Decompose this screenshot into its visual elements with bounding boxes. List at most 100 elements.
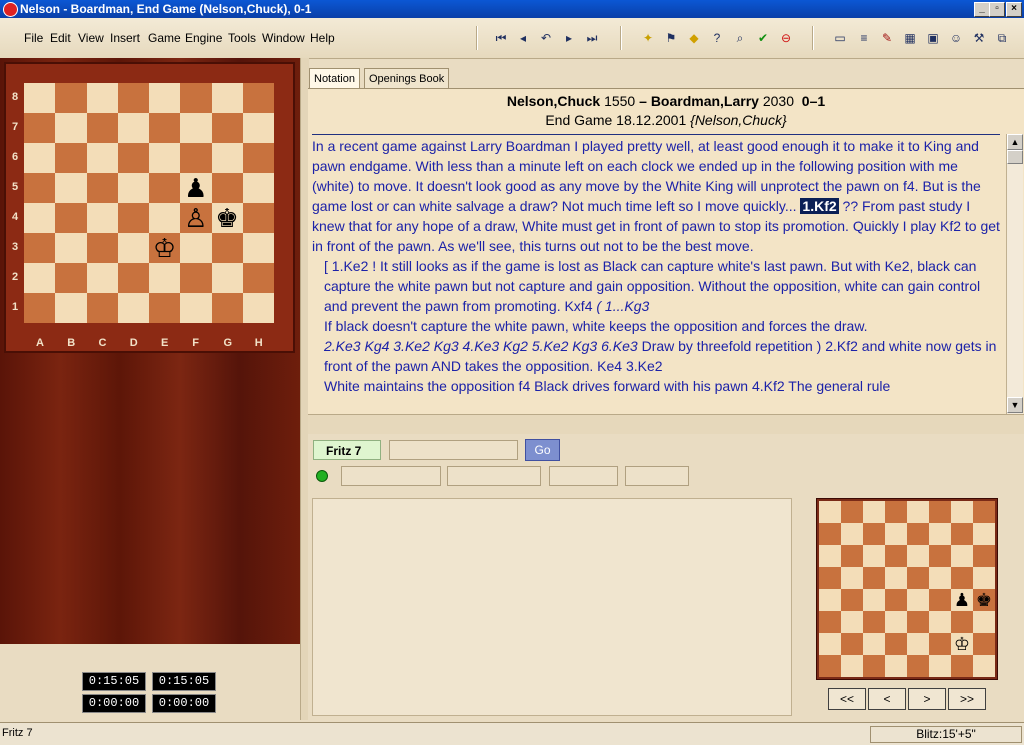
notation-text[interactable]: In a recent game against Larry Boardman …: [312, 134, 1000, 412]
minimize-button[interactable]: _: [974, 2, 990, 17]
nav-first-button[interactable]: <<: [828, 688, 866, 710]
board-square[interactable]: [117, 143, 149, 173]
scroll-down-button[interactable]: ▼: [1007, 397, 1023, 413]
take-back-icon[interactable]: ↶: [538, 30, 554, 46]
notation-scrollbar[interactable]: ▲ ▼: [1006, 134, 1023, 414]
chess-board[interactable]: ♟ ♙ ♚ ♔: [24, 83, 274, 323]
book-icon[interactable]: ▭: [832, 30, 848, 46]
board-square[interactable]: [242, 113, 274, 143]
board-square[interactable]: [149, 203, 181, 233]
menu-file[interactable]: File: [24, 31, 43, 45]
board-square[interactable]: [149, 143, 181, 173]
tab-notation[interactable]: Notation: [309, 68, 360, 89]
board-square[interactable]: [55, 83, 87, 113]
board-square[interactable]: [180, 83, 212, 113]
diamond-icon[interactable]: ◆: [686, 30, 702, 46]
scroll-thumb[interactable]: [1007, 150, 1023, 164]
scroll-up-button[interactable]: ▲: [1007, 134, 1023, 150]
notepad-icon[interactable]: ≡: [856, 30, 872, 46]
board-square[interactable]: [86, 263, 118, 293]
board-square[interactable]: [24, 203, 56, 233]
nav-next-button[interactable]: >: [908, 688, 946, 710]
prev-move-icon[interactable]: ◂: [515, 30, 531, 46]
board-square[interactable]: [55, 233, 87, 263]
menu-window[interactable]: Window: [262, 31, 305, 45]
menu-edit[interactable]: Edit: [50, 31, 71, 45]
stop-icon[interactable]: ⊖: [778, 30, 794, 46]
board-square[interactable]: [117, 83, 149, 113]
current-move[interactable]: 1.Kf2: [800, 198, 839, 214]
menu-tools[interactable]: Tools: [228, 31, 256, 45]
chess-piece-e3[interactable]: ♔: [149, 233, 180, 263]
chess-piece-f4[interactable]: ♙: [180, 203, 211, 233]
accept-icon[interactable]: ✔: [755, 30, 771, 46]
menu-insert[interactable]: Insert: [110, 31, 140, 45]
board-square[interactable]: [242, 173, 274, 203]
board-square[interactable]: [211, 233, 243, 263]
board-icon[interactable]: ▦: [902, 30, 918, 46]
board-square[interactable]: [242, 293, 274, 323]
board-square[interactable]: [86, 203, 118, 233]
board-square[interactable]: [24, 263, 56, 293]
board-square[interactable]: [24, 233, 56, 263]
nav-last-button[interactable]: >>: [948, 688, 986, 710]
board-square[interactable]: [86, 173, 118, 203]
board-square[interactable]: [24, 83, 56, 113]
menu-engine[interactable]: Engine: [185, 31, 222, 45]
board-square[interactable]: [86, 233, 118, 263]
board-square[interactable]: [242, 143, 274, 173]
board-square[interactable]: [242, 233, 274, 263]
board-square[interactable]: [149, 83, 181, 113]
chess-piece-g4[interactable]: ♚: [212, 203, 243, 233]
new-game-icon[interactable]: ✦: [640, 30, 656, 46]
board-square[interactable]: [117, 203, 149, 233]
nav-prev-button[interactable]: <: [868, 688, 906, 710]
board-square[interactable]: [55, 293, 87, 323]
board-square[interactable]: [180, 293, 212, 323]
board-square[interactable]: [211, 173, 243, 203]
hint-icon[interactable]: ?: [709, 30, 725, 46]
next-move-icon[interactable]: ▸: [561, 30, 577, 46]
board-square[interactable]: [211, 293, 243, 323]
chess-piece-f5[interactable]: ♟: [180, 173, 211, 203]
board-square[interactable]: [211, 143, 243, 173]
maximize-button[interactable]: ▫: [989, 2, 1005, 17]
layout-icon[interactable]: ⧉: [994, 30, 1010, 46]
board-square[interactable]: [86, 293, 118, 323]
splitter-horizontal[interactable]: [308, 414, 1024, 436]
flag-icon[interactable]: ⚑: [663, 30, 679, 46]
first-move-icon[interactable]: ⏮: [493, 30, 509, 46]
board-square[interactable]: [180, 233, 212, 263]
go-button[interactable]: Go: [525, 439, 560, 461]
engine-name[interactable]: Fritz 7: [313, 440, 381, 460]
board-square[interactable]: [149, 293, 181, 323]
tools-icon[interactable]: ⚒: [971, 30, 987, 46]
menu-help[interactable]: Help: [310, 31, 335, 45]
board-square[interactable]: [117, 113, 149, 143]
board-square[interactable]: [149, 263, 181, 293]
board-square[interactable]: [149, 113, 181, 143]
board-square[interactable]: [117, 173, 149, 203]
menu-game[interactable]: Game: [148, 31, 181, 45]
tab-openings-book[interactable]: Openings Book: [364, 68, 450, 89]
engine-output[interactable]: [312, 498, 792, 716]
board-square[interactable]: [180, 143, 212, 173]
board-square[interactable]: [86, 83, 118, 113]
engine-input-field[interactable]: [389, 440, 518, 460]
board-square[interactable]: [24, 293, 56, 323]
board-square[interactable]: [55, 203, 87, 233]
board-square[interactable]: [211, 263, 243, 293]
menu-view[interactable]: View: [78, 31, 104, 45]
board-square[interactable]: [55, 143, 87, 173]
board-square[interactable]: [86, 143, 118, 173]
board-square[interactable]: [211, 113, 243, 143]
window-icon[interactable]: ▣: [925, 30, 941, 46]
board-square[interactable]: [180, 263, 212, 293]
person-icon[interactable]: ☺: [948, 30, 964, 46]
board-square[interactable]: [242, 83, 274, 113]
pen-icon[interactable]: ✎: [879, 30, 895, 46]
board-square[interactable]: [117, 263, 149, 293]
board-square[interactable]: [180, 113, 212, 143]
board-square[interactable]: [86, 113, 118, 143]
board-square[interactable]: [55, 263, 87, 293]
